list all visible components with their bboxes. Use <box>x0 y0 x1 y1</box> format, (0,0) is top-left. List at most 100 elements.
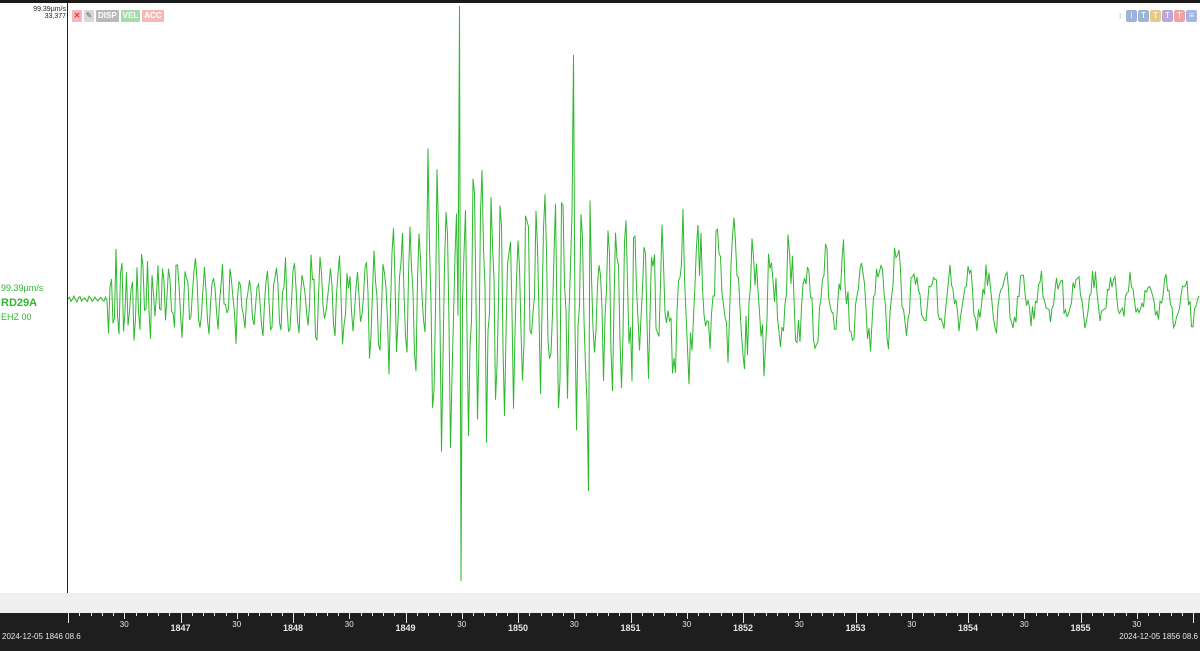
time-tick <box>461 613 463 619</box>
time-minor-tick <box>259 613 261 616</box>
time-tick <box>743 613 744 623</box>
time-minor-tick <box>653 613 654 616</box>
time-tick-label: 30 <box>344 620 354 629</box>
time-minor-tick <box>664 613 666 616</box>
time-tick <box>1193 613 1194 623</box>
time-minor-tick <box>765 613 767 616</box>
time-tick <box>630 613 632 623</box>
time-tick <box>180 613 182 623</box>
time-minor-tick <box>1046 613 1048 616</box>
time-tick <box>236 613 238 619</box>
time-minor-tick <box>596 613 598 616</box>
time-tick <box>124 613 126 619</box>
channel-code: EHZ 00 <box>1 312 32 322</box>
time-minor-tick <box>956 613 958 616</box>
station-name[interactable]: RD29A <box>1 297 37 309</box>
time-minor-tick <box>326 613 328 616</box>
time-tick-label: 1847 <box>170 623 191 633</box>
time-minor-tick <box>1035 613 1037 616</box>
time-minor-tick <box>540 613 542 616</box>
time-minor-tick <box>135 613 137 616</box>
time-tick <box>855 613 857 623</box>
time-minor-tick <box>619 613 621 616</box>
time-minor-tick <box>383 613 384 616</box>
time-tick-label: 1854 <box>957 623 979 633</box>
time-tick <box>968 613 969 623</box>
time-minor-tick <box>203 613 204 616</box>
time-minor-tick <box>1103 613 1104 616</box>
time-minor-tick <box>709 613 711 616</box>
scroll-area[interactable] <box>0 593 1200 613</box>
time-tick-label: 30 <box>1019 620 1029 629</box>
time-tick <box>1136 613 1138 619</box>
time-minor-tick <box>113 613 114 616</box>
time-minor-tick <box>866 613 868 616</box>
time-minor-tick <box>304 613 306 616</box>
time-minor-tick <box>563 613 564 616</box>
time-minor-tick <box>428 613 429 616</box>
time-minor-tick <box>169 613 171 616</box>
time-minor-tick <box>731 613 733 616</box>
channel-scale: 99.39µm/s <box>1 283 44 293</box>
time-minor-tick <box>608 613 609 616</box>
time-minor-tick <box>551 613 553 616</box>
time-minor-tick <box>360 613 362 616</box>
time-tick-label: 1853 <box>845 623 866 633</box>
time-minor-tick <box>889 613 891 616</box>
time-tick-label: 30 <box>232 620 242 629</box>
time-minor-tick <box>101 613 103 616</box>
time-tick <box>1024 613 1026 619</box>
time-minor-tick <box>1181 613 1183 616</box>
seismogram-trace[interactable] <box>68 3 1200 593</box>
time-minor-tick <box>979 613 981 616</box>
time-minor-tick <box>394 613 396 616</box>
time-minor-tick <box>1001 613 1003 616</box>
time-minor-tick <box>315 613 317 616</box>
time-minor-tick <box>191 613 193 616</box>
start-time: 2024-12-05 1846 08.6 <box>2 632 81 641</box>
time-minor-tick <box>675 613 677 616</box>
time-minor-tick <box>214 613 216 616</box>
time-minor-tick <box>776 613 778 616</box>
time-minor-tick <box>641 613 643 616</box>
time-tick <box>68 613 69 623</box>
time-minor-tick <box>529 613 531 616</box>
time-minor-tick <box>495 613 497 616</box>
time-minor-tick <box>833 613 834 616</box>
waveform <box>68 5 1200 582</box>
time-axis: 30 1847 30 1848 30 1849 30 1850 30 1851 30 1852 30 18… <box>0 613 1200 651</box>
time-minor-tick <box>450 613 452 616</box>
time-minor-tick <box>720 613 722 616</box>
time-tick <box>518 613 519 623</box>
time-minor-tick <box>1058 613 1059 616</box>
time-tick-label: 30 <box>794 620 804 629</box>
time-tick-label: 30 <box>1132 620 1142 629</box>
time-minor-tick <box>990 613 992 616</box>
time-minor-tick <box>810 613 812 616</box>
time-minor-tick <box>1091 613 1093 616</box>
time-minor-tick <box>1114 613 1116 616</box>
time-minor-tick <box>1148 613 1149 616</box>
time-minor-tick <box>1159 613 1161 616</box>
time-minor-tick <box>146 613 148 616</box>
time-minor-tick <box>1170 613 1172 616</box>
time-minor-tick <box>1069 613 1071 616</box>
time-minor-tick <box>484 613 486 616</box>
time-minor-tick <box>945 613 947 616</box>
time-tick-label: 30 <box>569 620 579 629</box>
time-minor-tick <box>371 613 373 616</box>
time-minor-tick <box>934 613 936 616</box>
time-minor-tick <box>923 613 924 616</box>
time-tick <box>405 613 407 623</box>
time-minor-tick <box>158 613 159 616</box>
time-minor-tick <box>79 613 81 616</box>
time-tick-label: 30 <box>907 620 917 629</box>
channel-label-column: 99.39µm/s 33,377 99.39µm/s RD29A EHZ 00 <box>0 3 68 593</box>
time-tick-label: 30 <box>682 620 692 629</box>
time-minor-tick <box>585 613 587 616</box>
time-minor-tick <box>821 613 823 616</box>
time-tick-label: 1848 <box>282 623 304 633</box>
time-minor-tick <box>281 613 283 616</box>
time-minor-tick <box>754 613 756 616</box>
time-minor-tick <box>90 613 92 616</box>
